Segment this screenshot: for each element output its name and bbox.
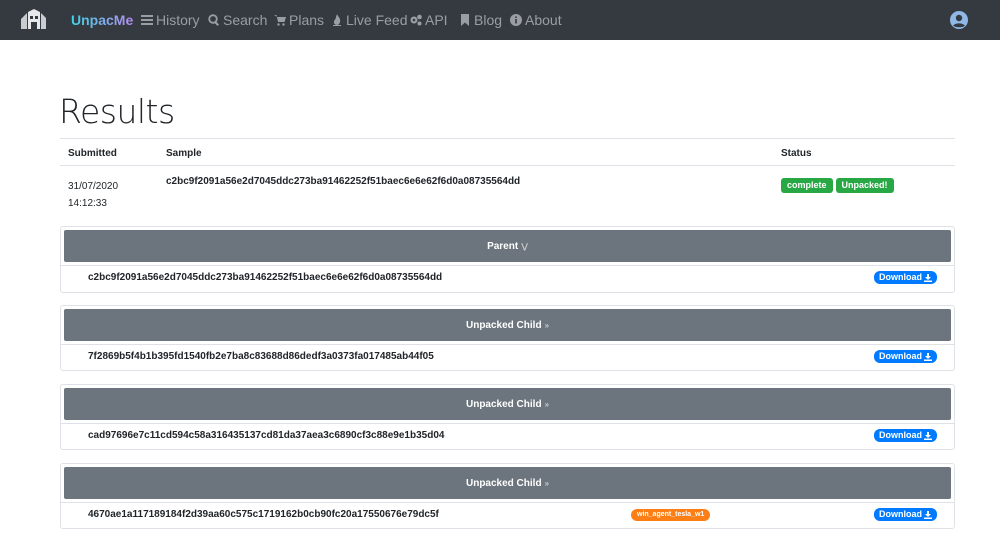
top-navbar: UnpacMe History Search Plans Live Feed A… — [0, 0, 1000, 40]
submitted-datetime: 31/07/2020 14:12:33 — [68, 178, 118, 212]
parent-card: Parent ⋁ c2bc9f2091a56e2d7045ddc273ba914… — [60, 226, 955, 293]
list-icon — [141, 15, 153, 25]
unpacked-child-card: Unpacked Child » 7f2869b5f4b1b395fd1540f… — [60, 305, 955, 371]
unpacked-child-card: Unpacked Child » cad97696e7c11cd594c58a3… — [60, 384, 955, 450]
card-body: cad97696e7c11cd594c58a316435137cd81da37a… — [61, 423, 954, 447]
status-badge-unpacked: Unpacked! — [835, 178, 894, 193]
download-icon — [924, 510, 932, 519]
card-title: Unpacked Child — [465, 319, 542, 331]
file-hash: c2bc9f2091a56e2d7045ddc273ba91462252f51b… — [88, 272, 443, 283]
search-icon — [208, 14, 219, 26]
nav-plans[interactable]: Plans — [274, 12, 324, 28]
download-button[interactable]: Download — [874, 350, 937, 363]
column-submitted: Submitted — [68, 148, 117, 159]
card-body: c2bc9f2091a56e2d7045ddc273ba91462252f51b… — [61, 265, 954, 289]
nav-history[interactable]: History — [141, 12, 200, 28]
file-hash: 7f2869b5f4b1b395fd1540fb2e7ba8c83688d86d… — [88, 351, 434, 362]
file-hash: 4670ae1a117189184f2d39aa60c575c1719162b0… — [88, 509, 439, 520]
card-title: Parent — [487, 240, 519, 252]
nav-blog[interactable]: Blog — [459, 12, 502, 28]
download-button[interactable]: Download — [874, 429, 937, 442]
download-icon — [924, 431, 932, 440]
card-header-unpacked-child[interactable]: Unpacked Child » — [64, 388, 951, 420]
download-button[interactable]: Download — [874, 508, 937, 521]
nav-api[interactable]: API — [410, 12, 448, 28]
unpacme-logo-icon[interactable] — [18, 7, 48, 33]
card-header-unpacked-child[interactable]: Unpacked Child » — [64, 467, 951, 499]
submitted-date: 31/07/2020 — [68, 181, 119, 192]
brand-link[interactable]: UnpacMe — [71, 12, 133, 28]
column-sample: Sample — [166, 148, 202, 159]
download-icon — [924, 273, 932, 282]
card-body: 7f2869b5f4b1b395fd1540fb2e7ba8c83688d86d… — [61, 344, 954, 368]
card-header-parent[interactable]: Parent ⋁ — [64, 230, 951, 262]
nav-about[interactable]: About — [510, 12, 562, 28]
results-table: Submitted Sample Status 31/07/2020 14:12… — [60, 138, 955, 216]
gears-icon — [410, 14, 422, 26]
card-header-unpacked-child[interactable]: Unpacked Child » — [64, 309, 951, 341]
bookmark-icon — [461, 14, 469, 26]
chevron-down-icon: » — [544, 399, 550, 409]
chevron-down-icon: ⋁ — [521, 241, 528, 251]
status-badges: complete Unpacked! — [781, 178, 894, 193]
info-icon — [510, 14, 522, 26]
nav-search[interactable]: Search — [208, 12, 267, 28]
submitted-time: 14:12:33 — [68, 198, 107, 209]
download-button[interactable]: Download — [874, 271, 937, 284]
card-body: 4670ae1a117189184f2d39aa60c575c1719162b0… — [61, 502, 954, 526]
results-table-header: Submitted Sample Status — [60, 138, 955, 166]
file-hash: cad97696e7c11cd594c58a316435137cd81da37a… — [88, 430, 445, 441]
chevron-down-icon: » — [544, 478, 550, 488]
table-row: 31/07/2020 14:12:33 c2bc9f2091a56e2d7045… — [60, 166, 955, 216]
nav-live-feed[interactable]: Live Feed — [331, 12, 407, 28]
fire-icon — [333, 14, 341, 26]
page-title: Results — [59, 92, 175, 131]
sample-hash: c2bc9f2091a56e2d7045ddc273ba91462252f51b… — [166, 176, 521, 187]
column-status: Status — [781, 148, 812, 159]
user-account-icon[interactable] — [950, 11, 968, 29]
yara-rule-badge[interactable]: win_agent_tesla_w1 — [631, 509, 711, 521]
status-badge-complete: complete — [781, 178, 833, 193]
cart-icon — [274, 15, 286, 26]
download-icon — [924, 352, 932, 361]
unpacked-child-card: Unpacked Child » 4670ae1a117189184f2d39a… — [60, 463, 955, 529]
chevron-down-icon: » — [544, 320, 550, 330]
card-title: Unpacked Child — [465, 398, 542, 410]
card-title: Unpacked Child — [465, 477, 542, 489]
